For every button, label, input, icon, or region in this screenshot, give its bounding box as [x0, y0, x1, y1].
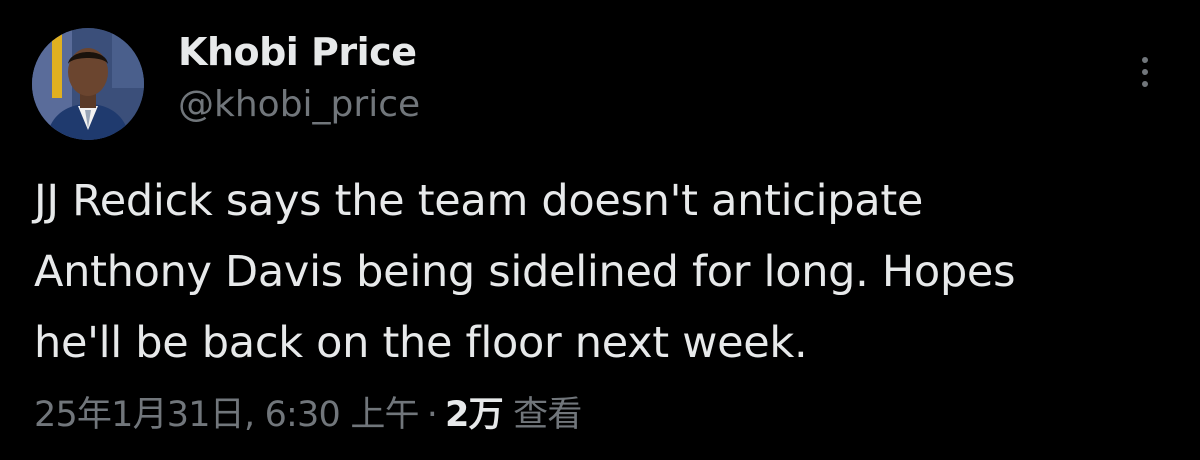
tweet-text-line: he'll be back on the floor next week. — [34, 318, 808, 368]
more-vertical-icon — [1142, 69, 1148, 75]
views-label: 查看 — [513, 395, 582, 435]
more-options-button[interactable] — [1124, 50, 1166, 94]
tweet: Khobi Price @khobi_price JJ Redick says … — [0, 0, 1200, 460]
more-vertical-icon — [1142, 57, 1148, 63]
views-count[interactable]: 2万 — [445, 395, 504, 435]
display-name[interactable]: Khobi Price — [178, 30, 417, 74]
meta-separator: · — [426, 395, 438, 435]
more-vertical-icon — [1142, 81, 1148, 87]
timestamp[interactable]: 25年1月31日, 6:30 上午 — [34, 395, 420, 435]
user-handle[interactable]: @khobi_price — [178, 84, 420, 125]
avatar[interactable] — [32, 28, 144, 140]
tweet-meta: 25年1月31日, 6:30 上午 · 2万 查看 — [34, 390, 582, 440]
tweet-text-line: Anthony Davis being sidelined for long. … — [34, 247, 1016, 297]
tweet-text: JJ Redick says the team doesn't anticipa… — [34, 166, 1174, 379]
tweet-text-line: JJ Redick says the team doesn't anticipa… — [34, 176, 924, 226]
avatar-image — [32, 28, 144, 140]
